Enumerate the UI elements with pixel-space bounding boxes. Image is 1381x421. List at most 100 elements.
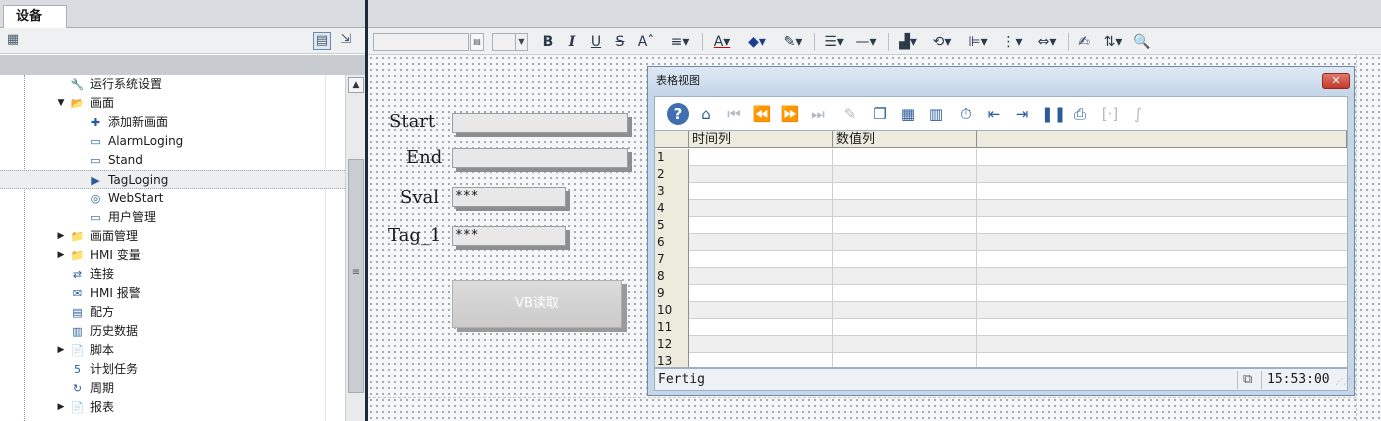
tree-item[interactable]: 🔧 运行系统设置 xyxy=(0,75,345,94)
table-view-window[interactable]: 表格视图 ✕ ? ⌂ ⏮ ⏪ ⏩ ⏭ ✎ ❐ ▦ ▥ ⏱ ⇤ ⇥ ❚❚ ⎙ [·… xyxy=(647,66,1355,396)
table-cell[interactable] xyxy=(689,200,833,217)
table-cell[interactable] xyxy=(833,217,977,234)
tree-item[interactable]: ▶ TagLoging xyxy=(0,170,345,189)
table-row[interactable]: 9 xyxy=(655,285,1347,302)
table-cell[interactable] xyxy=(833,336,977,353)
table-cell[interactable] xyxy=(833,183,977,200)
configuration-icon[interactable]: ⌂ xyxy=(695,103,717,125)
table-cell[interactable] xyxy=(689,234,833,251)
rotate-icon[interactable]: ⟲▾ xyxy=(928,32,956,52)
resize-grip-icon[interactable]: ⋰⋰ xyxy=(1335,377,1351,386)
zoom-icon[interactable]: 🔍 xyxy=(1132,32,1152,52)
table-cell[interactable] xyxy=(833,353,977,367)
underline-icon[interactable]: U xyxy=(588,32,604,52)
tag1-io-field[interactable]: *** xyxy=(452,226,566,246)
distribute-icon[interactable]: ⋮▾ xyxy=(998,32,1026,52)
tree-item[interactable]: 5 计划任务 xyxy=(0,360,345,379)
export-icon[interactable]: ⇲ xyxy=(337,32,355,50)
copy-icon[interactable]: ❐ xyxy=(869,103,891,125)
scroll-up-arrow-icon[interactable]: ▲ xyxy=(348,77,364,93)
tree-item[interactable]: ▶ 📁 HMI 变量 xyxy=(0,246,345,265)
tree-item[interactable]: ▭ 用户管理 xyxy=(0,208,345,227)
table-row[interactable]: 10 xyxy=(655,302,1347,319)
tree-item[interactable]: ↻ 周期 xyxy=(0,379,345,398)
table-cell[interactable] xyxy=(689,353,833,367)
next-column-icon[interactable]: ⇥ xyxy=(1011,103,1033,125)
table-row[interactable]: 13 xyxy=(655,353,1347,367)
tree-item[interactable]: ▥ 历史数据 xyxy=(0,322,345,341)
table-row[interactable]: 2 xyxy=(655,166,1347,183)
same-size-icon[interactable]: ⇔▾ xyxy=(1032,32,1062,52)
next-record-icon[interactable]: ⏩ xyxy=(779,103,801,125)
table-cell[interactable] xyxy=(689,166,833,183)
table-row[interactable]: 8 xyxy=(655,268,1347,285)
select-data-connection-icon[interactable]: ▦ xyxy=(897,103,919,125)
table-row[interactable]: 5 xyxy=(655,217,1347,234)
table-cell[interactable] xyxy=(833,319,977,336)
select-columns-icon[interactable]: ▥ xyxy=(925,103,947,125)
column-header[interactable]: 数值列 xyxy=(833,131,977,148)
tree-item[interactable]: ◎ WebStart xyxy=(0,189,345,208)
tree-item[interactable]: ✚ 添加新画面 xyxy=(0,113,345,132)
calculate-statistics-icon[interactable]: ∫ xyxy=(1127,103,1149,125)
tree-item[interactable]: ▭ Stand xyxy=(0,151,345,170)
tree-item[interactable]: ▭ AlarmLoging xyxy=(0,132,345,151)
table-row[interactable]: 7 xyxy=(655,251,1347,268)
tree-item[interactable]: ▤ 配方 xyxy=(0,303,345,322)
line-width-icon[interactable]: ☰▾ xyxy=(820,32,848,52)
last-record-icon[interactable]: ⏭ xyxy=(807,103,829,125)
shadow-icon[interactable]: ▟▾ xyxy=(894,32,922,52)
font-size-increase-icon[interactable]: Aˆ xyxy=(634,32,658,52)
line-style-icon[interactable]: —▾ xyxy=(852,32,880,52)
tree-scrollbar[interactable]: ▲ ≡ xyxy=(345,75,365,421)
tree-item[interactable]: ✉ HMI 报警 xyxy=(0,284,345,303)
table-row[interactable]: 1 xyxy=(655,149,1347,166)
table-cell[interactable] xyxy=(833,166,977,183)
chevron-down-icon[interactable]: ▼ xyxy=(515,34,527,50)
first-record-icon[interactable]: ⏮ xyxy=(723,103,745,125)
edit-icon[interactable]: ✎ xyxy=(839,103,861,125)
column-header[interactable]: 时间列 xyxy=(689,131,833,148)
overview-icon[interactable]: ▤ xyxy=(313,32,331,50)
end-io-field[interactable] xyxy=(452,148,628,168)
table-row[interactable]: 4 xyxy=(655,200,1347,217)
align-objects-icon[interactable]: ⊫▾ xyxy=(964,32,992,52)
layer-order-icon[interactable]: ⇅▾ xyxy=(1098,32,1128,52)
font-name-picker-icon[interactable]: ▤ xyxy=(470,33,484,51)
close-icon[interactable]: ✕ xyxy=(1322,73,1350,89)
italic-icon[interactable]: I xyxy=(564,32,580,52)
format-painter-icon[interactable]: ✍ xyxy=(1074,32,1094,52)
table-cell[interactable] xyxy=(689,268,833,285)
collapsed-arrow-icon[interactable]: ▶ xyxy=(56,398,66,417)
table-cell[interactable] xyxy=(689,149,833,166)
table-row[interactable]: 12 xyxy=(655,336,1347,353)
table-row[interactable]: 3 xyxy=(655,183,1347,200)
help-icon[interactable]: ? xyxy=(667,103,689,125)
table-cell[interactable] xyxy=(833,200,977,217)
tab-devices[interactable]: 设备 xyxy=(3,5,67,29)
vb-read-button[interactable]: VB读取 xyxy=(452,280,622,328)
collapsed-arrow-icon[interactable]: ▶ xyxy=(56,227,66,246)
previous-record-icon[interactable]: ⏪ xyxy=(751,103,773,125)
table-cell[interactable] xyxy=(833,285,977,302)
table-cell[interactable] xyxy=(833,234,977,251)
fill-color-icon[interactable]: ◆▾ xyxy=(742,32,772,52)
font-color-icon[interactable]: A▾ xyxy=(708,32,736,52)
tree-view-icon[interactable]: ▦ xyxy=(4,32,22,50)
collapsed-arrow-icon[interactable]: ▶ xyxy=(56,246,66,265)
print-icon[interactable]: ⎙ xyxy=(1069,103,1091,125)
tree-item[interactable]: ▶ 📁 画面管理 xyxy=(0,227,345,246)
screen-canvas[interactable]: Start End Sval *** Tag_1 *** VB读取 表格视图 ✕… xyxy=(368,55,1381,421)
table-cell[interactable] xyxy=(689,302,833,319)
table-view-grid[interactable]: 时间列 数值列 1 2 3 4 5 6 7 8 9 10 11 12 13 xyxy=(654,130,1348,368)
expanded-arrow-icon[interactable]: ▼ xyxy=(56,94,66,113)
table-cell[interactable] xyxy=(689,183,833,200)
tree-item[interactable]: ⇄ 连接 xyxy=(0,265,345,284)
text-align-icon[interactable]: ≡▾ xyxy=(666,32,694,52)
line-color-icon[interactable]: ✎▾ xyxy=(778,32,808,52)
tree-item[interactable]: ▶ 📄 脚本 xyxy=(0,341,345,360)
table-cell[interactable] xyxy=(833,302,977,319)
sval-io-field[interactable]: *** xyxy=(452,187,566,207)
strikethrough-icon[interactable]: S xyxy=(612,32,628,52)
scroll-thumb[interactable]: ≡ xyxy=(348,159,364,393)
